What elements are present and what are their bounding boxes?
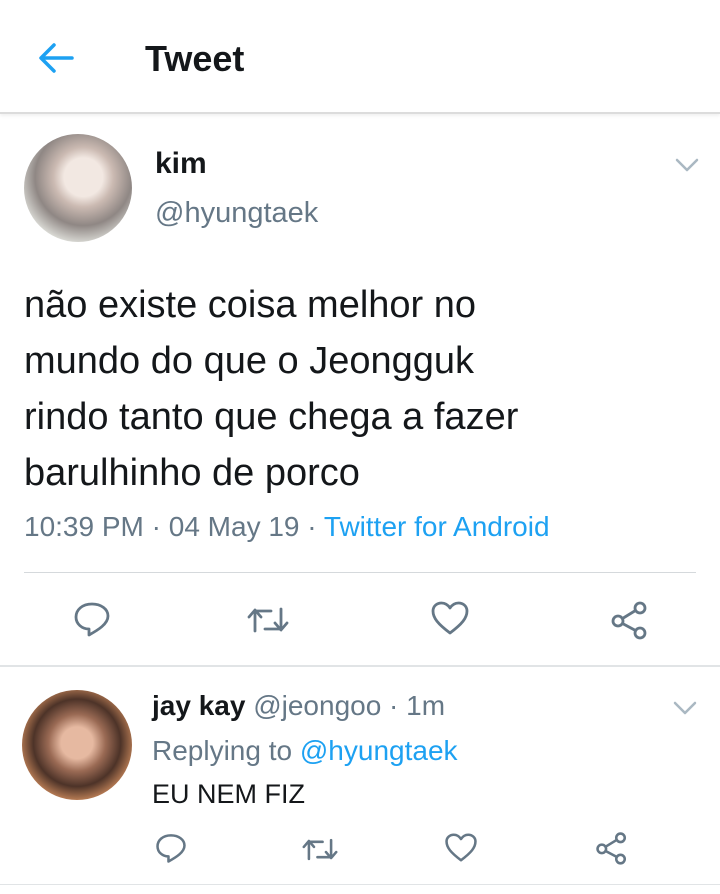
share-button[interactable] [609, 600, 651, 640]
retweet-icon [302, 838, 338, 861]
reply-share-button[interactable] [594, 831, 630, 865]
reply-avatar[interactable] [22, 690, 132, 800]
tweet-menu-button[interactable] [674, 157, 700, 173]
heart-icon [431, 601, 469, 635]
meta-separator: · [299, 511, 324, 542]
reply-icon [74, 602, 110, 637]
tweet-text: não existe coisa melhor no mundo do que … [24, 284, 519, 494]
share-icon [611, 601, 647, 640]
avatar[interactable] [24, 134, 132, 242]
reply-icon [156, 834, 186, 863]
chevron-down-icon [673, 701, 697, 715]
reply-author-name[interactable]: jay kay [152, 690, 245, 721]
chevron-down-icon [675, 158, 699, 172]
replying-to-label: Replying to [152, 735, 300, 766]
meta-separator: · [143, 511, 169, 542]
replying-to-line: Replying to @hyungtaek [152, 735, 458, 767]
heart-icon [445, 833, 477, 862]
reply-author[interactable]: jay kay @jeongoo · 1m [152, 690, 445, 722]
top-app-bar: Tweet [0, 0, 720, 114]
reply-retweet-button[interactable] [300, 835, 340, 864]
reply-button[interactable] [72, 600, 112, 638]
tweet-date: 04 May 19 [168, 511, 300, 542]
tweet-time: 10:39 PM [24, 511, 144, 542]
divider [24, 572, 696, 573]
reply-author-handle: @jeongoo · 1m [253, 690, 446, 721]
retweet-icon [247, 607, 289, 633]
retweet-button[interactable] [245, 603, 291, 637]
author-handle[interactable]: @hyungtaek [155, 197, 318, 230]
share-icon [596, 832, 627, 865]
tweet-separator [0, 665, 720, 667]
reply-menu-button[interactable] [672, 700, 698, 716]
tweet-source-link[interactable]: Twitter for Android [324, 511, 550, 542]
reply-text: EU NEM FIZ [152, 779, 305, 809]
page-title: Tweet [145, 38, 245, 79]
reply-like-button[interactable] [444, 832, 478, 863]
author-name[interactable]: kim [155, 147, 207, 181]
bottom-divider [0, 884, 720, 885]
tweet-meta: 10:39 PM · 04 May 19 · Twitter for Andro… [24, 511, 550, 543]
reply-reply-button[interactable] [154, 832, 188, 864]
arrow-left-icon [39, 43, 74, 73]
replying-to-mention[interactable]: @hyungtaek [300, 735, 458, 766]
like-button[interactable] [430, 600, 470, 636]
back-button[interactable] [36, 40, 76, 76]
